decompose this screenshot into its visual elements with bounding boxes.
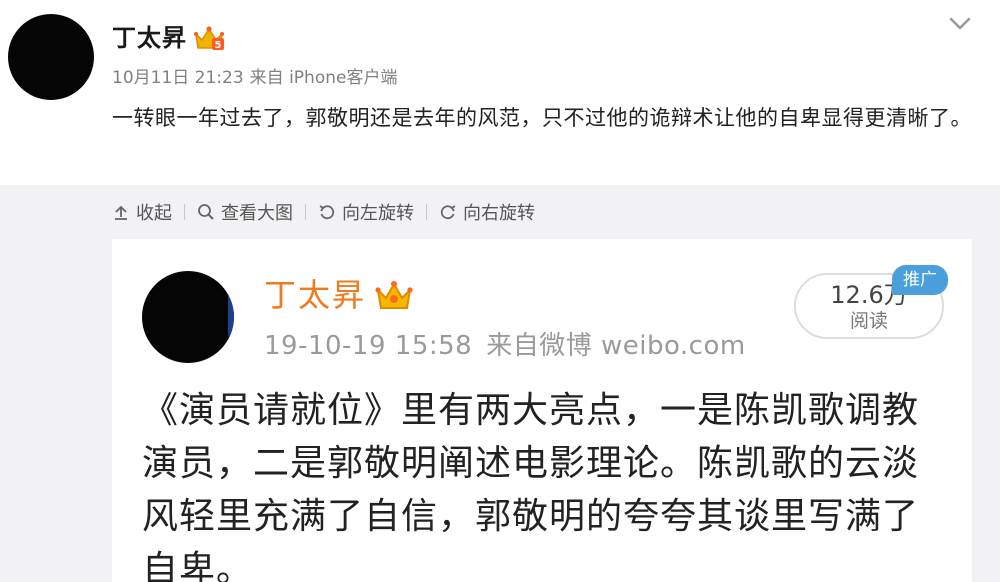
embedded-datetime: 19-10-19 15:58 (264, 331, 473, 361)
toolbar-divider (184, 204, 185, 220)
rotate-left-icon (319, 205, 335, 220)
embedded-source: 来自微博 weibo.com (486, 331, 746, 361)
avatar[interactable] (8, 14, 94, 100)
svg-text:5: 5 (215, 40, 222, 51)
rotate-left-button[interactable]: 向左旋转 (318, 199, 414, 225)
embedded-author-name: 丁太昇 (264, 276, 367, 314)
post-date[interactable]: 10月11日 21:23 (112, 68, 244, 88)
chevron-down-icon[interactable] (946, 12, 974, 36)
image-toolbar: 收起 查看大图 向左旋转 向右旋转 (112, 197, 535, 227)
rotate-right-label: 向右旋转 (463, 203, 535, 224)
rotate-left-label: 向左旋转 (342, 203, 414, 224)
toolbar-divider (305, 204, 306, 220)
crown-icon (375, 281, 413, 309)
toolbar-divider (426, 204, 427, 220)
views-label: 阅读 (849, 310, 888, 332)
view-large-label: 查看大图 (221, 203, 293, 224)
author-name[interactable]: 丁太昇 (112, 23, 187, 53)
collapse-label: 收起 (136, 203, 172, 224)
post-text: 一转眼一年过去了，郭敬明还是去年的风范，只不过他的诡辩术让他的自卑显得更清晰了。 (112, 106, 972, 130)
post-meta: 10月11日 21:23 来自 iPhone客户端 (112, 66, 403, 90)
rotate-right-icon (440, 205, 456, 220)
promo-badge: 推广 (892, 265, 948, 295)
embedded-avatar (142, 271, 234, 363)
rotate-right-button[interactable]: 向右旋转 (439, 199, 535, 225)
view-large-button[interactable]: 查看大图 (197, 199, 293, 225)
embedded-post-text: 《演员请就位》里有两大亮点，一是陈凯歌调教演员，二是郭敬明阐述电影理论。陈凯歌的… (142, 390, 920, 582)
embedded-meta: 19-10-19 15:58 来自微博 weibo.com (264, 329, 760, 363)
post-source: 来自 iPhone客户端 (249, 68, 398, 88)
embedded-screenshot[interactable]: 丁太昇 19-10-19 15:58 来自微博 weibo.com 12.6万 阅… (112, 239, 972, 582)
weibo-post: 丁太昇 5 10月11日 21:23 来自 iPhone客户端 一转眼一年过去了，… (0, 0, 1000, 185)
vip-badge-icon: 5 (194, 26, 224, 51)
search-icon (198, 204, 214, 220)
collapse-button[interactable]: 收起 (112, 199, 172, 225)
media-area: 收起 查看大图 向左旋转 向右旋转 丁太昇 19-10-19 15:58 来自微… (0, 185, 1000, 582)
collapse-icon (115, 205, 127, 220)
